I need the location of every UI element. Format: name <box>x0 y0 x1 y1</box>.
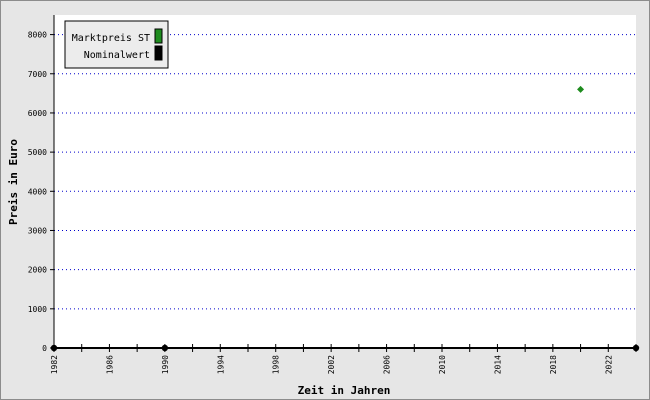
y-axis-title: Preis in Euro <box>7 139 20 225</box>
x-tick-label-1990: 1990 <box>161 355 170 374</box>
x-tick-label-1994: 1994 <box>216 355 225 374</box>
price-chart: 1982 1986 1990 1994 1998 2002 2006 2010 2014 2018… <box>7 15 640 397</box>
point-nominalwert-2024 <box>632 344 640 352</box>
x-tick-label-2006: 2006 <box>383 355 392 374</box>
x-tick-label-1998: 1998 <box>272 355 281 374</box>
x-axis-title: Zeit in Jahren <box>298 384 391 397</box>
y-tick-label-1000: 1000 <box>28 305 47 314</box>
legend-label-nominalwert: Nominalwert <box>84 50 150 61</box>
x-tick-label-1982: 1982 <box>50 355 59 374</box>
point-nominalwert-1990 <box>161 344 169 352</box>
legend-label-marktpreis: Marktpreis ST <box>72 33 150 44</box>
y-tick-label-8000: 8000 <box>28 31 47 40</box>
point-nominalwert-1982 <box>50 344 58 352</box>
x-tick-label-2010: 2010 <box>438 355 447 374</box>
x-tick-label-2002: 2002 <box>327 355 336 374</box>
y-tick-label-6000: 6000 <box>28 109 47 118</box>
legend: Marktpreis ST Nominalwert <box>64 20 169 69</box>
legend-swatch-marktpreis <box>154 28 163 44</box>
y-tick-label-7000: 7000 <box>28 70 47 79</box>
y-tick-label-5000: 5000 <box>28 148 47 157</box>
x-tick-label-2014: 2014 <box>493 355 502 374</box>
y-tick-label-3000: 3000 <box>28 226 47 235</box>
x-tick-label-2022: 2022 <box>604 355 613 374</box>
y-axis-ticks: 0 1000 2000 3000 4000 5000 6000 7000 8000 <box>28 31 54 353</box>
y-tick-label-0: 0 <box>42 344 47 353</box>
y-tick-label-2000: 2000 <box>28 266 47 275</box>
chart-frame: 1982 1986 1990 1994 1998 2002 2006 2010 2014 2018… <box>0 0 650 400</box>
x-tick-label-1986: 1986 <box>105 355 114 374</box>
legend-swatch-nominalwert <box>154 45 163 61</box>
x-tick-label-2018: 2018 <box>549 355 558 374</box>
y-tick-label-4000: 4000 <box>28 187 47 196</box>
